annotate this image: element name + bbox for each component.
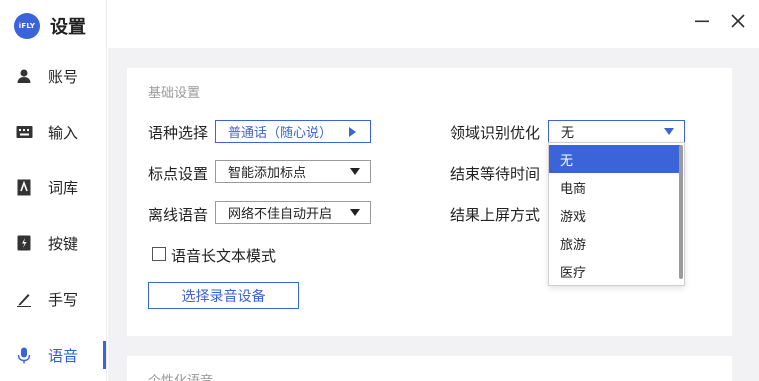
dropdown-option[interactable]: 无 bbox=[549, 145, 681, 173]
pen-icon bbox=[15, 290, 33, 308]
language-select[interactable]: 普通话（随心说） bbox=[215, 120, 371, 143]
domain-select[interactable]: 无 bbox=[548, 120, 685, 143]
sidebar-item-keys[interactable]: 按键 bbox=[0, 228, 107, 258]
sidebar-item-voice[interactable]: 语音 bbox=[0, 340, 107, 370]
offline-select[interactable]: 网络不佳自动开启 bbox=[215, 201, 371, 224]
play-icon bbox=[349, 127, 356, 137]
close-icon bbox=[731, 14, 745, 32]
sidebar-item-label: 按键 bbox=[48, 234, 79, 253]
sidebar-item-label: 手写 bbox=[48, 290, 79, 309]
dropdown-option[interactable]: 游戏 bbox=[549, 201, 681, 229]
app-title: 设置 bbox=[50, 17, 86, 38]
sidebar-item-input[interactable]: 输入 bbox=[0, 117, 107, 147]
dropdown-scrollbar[interactable] bbox=[679, 145, 683, 279]
app-logo: iFLY bbox=[14, 13, 40, 39]
sidebar-item-account[interactable]: 账号 bbox=[0, 61, 107, 91]
language-label: 语种选择 bbox=[148, 124, 209, 142]
domain-dropdown-list: 无 电商 游戏 旅游 医疗 bbox=[548, 142, 685, 286]
sidebar-item-label: 语音 bbox=[48, 346, 79, 365]
punct-value: 智能添加标点 bbox=[228, 166, 307, 181]
sidebar-item-label: 输入 bbox=[48, 123, 79, 142]
sidebar-item-label: 账号 bbox=[48, 67, 79, 86]
chevron-down-icon bbox=[350, 168, 360, 175]
active-indicator bbox=[103, 341, 106, 369]
domain-value: 无 bbox=[561, 126, 575, 141]
key-icon bbox=[15, 234, 33, 252]
longtext-checkbox[interactable] bbox=[152, 247, 166, 261]
microphone-icon bbox=[15, 346, 33, 364]
longtext-label: 语音长文本模式 bbox=[171, 247, 277, 265]
offline-label: 离线语音 bbox=[148, 206, 209, 224]
section-title-basic: 基础设置 bbox=[148, 86, 201, 101]
sidebar: iFLY 设置 账号 输入 词库 按键 手写 语音 bbox=[0, 0, 107, 381]
minimize-button[interactable] bbox=[693, 14, 711, 32]
dropdown-option[interactable]: 旅游 bbox=[549, 229, 681, 257]
chevron-down-icon bbox=[664, 128, 674, 135]
close-button[interactable] bbox=[729, 14, 747, 32]
section-title-personal: 个性化语音 bbox=[148, 370, 213, 381]
brand: iFLY 设置 bbox=[14, 12, 86, 40]
chevron-down-icon bbox=[350, 209, 360, 216]
keyboard-icon bbox=[15, 123, 33, 141]
lexicon-icon bbox=[15, 178, 33, 196]
screen-mode-label: 结果上屏方式 bbox=[450, 206, 541, 224]
select-device-button[interactable]: 选择录音设备 bbox=[148, 282, 299, 309]
punct-select[interactable]: 智能添加标点 bbox=[215, 160, 371, 183]
minimize-icon bbox=[695, 14, 709, 32]
dropdown-option[interactable]: 电商 bbox=[549, 173, 681, 201]
domain-label: 领域识别优化 bbox=[450, 124, 541, 142]
sidebar-item-lexicon[interactable]: 词库 bbox=[0, 172, 107, 202]
sidebar-item-label: 词库 bbox=[48, 178, 79, 197]
sidebar-item-handwriting[interactable]: 手写 bbox=[0, 284, 107, 314]
user-icon bbox=[15, 67, 33, 85]
offline-value: 网络不佳自动开启 bbox=[228, 207, 333, 222]
dropdown-option[interactable]: 医疗 bbox=[549, 257, 681, 285]
personal-voice-panel bbox=[127, 356, 732, 381]
language-value: 普通话（随心说） bbox=[228, 126, 333, 141]
punct-label: 标点设置 bbox=[148, 165, 209, 183]
end-wait-label: 结束等待时间 bbox=[450, 165, 541, 183]
